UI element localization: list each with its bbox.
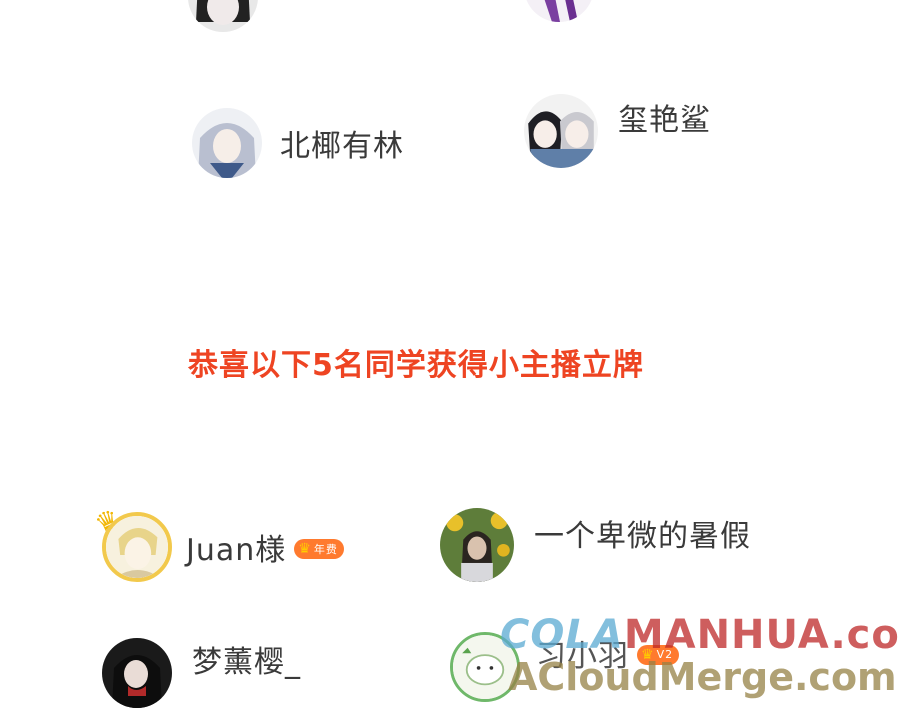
avatar-anime-silver-hair-icon xyxy=(192,108,262,178)
badge-label: V2 xyxy=(656,648,674,661)
announcement-text: 恭喜以下5名同学获得小主播立牌 xyxy=(188,348,644,383)
username: 习小羽 ♛ V2 xyxy=(536,631,680,675)
username-text: 习小羽 xyxy=(536,639,629,674)
avatar[interactable] xyxy=(188,0,258,32)
crown-icon: ♛ xyxy=(298,540,312,557)
avatar[interactable] xyxy=(192,108,262,178)
avatar-sunflower-girl-icon xyxy=(440,508,514,582)
partial-user-left[interactable] xyxy=(188,0,258,32)
username-text: Juan様 xyxy=(186,533,287,568)
user-item[interactable]: 北椰有林 xyxy=(192,108,404,178)
avatar-sheep-icon xyxy=(453,635,517,699)
avatar-dark-girl-icon xyxy=(102,638,172,708)
avatar[interactable] xyxy=(524,0,594,22)
avatar[interactable] xyxy=(440,508,514,582)
badge-label: 年费 xyxy=(313,542,338,556)
avatar[interactable] xyxy=(102,512,172,582)
avatar[interactable] xyxy=(524,94,598,168)
winner-item[interactable]: 梦薰樱_ xyxy=(102,638,301,708)
username: 一个卑微的暑假 xyxy=(534,519,751,554)
winner-item[interactable]: 一个卑微的暑假 xyxy=(440,508,751,582)
username: 北椰有林 xyxy=(280,129,404,164)
avatar-blonde-man-icon xyxy=(106,516,168,578)
avatar[interactable] xyxy=(450,632,520,702)
username: 玺艳鲨 xyxy=(618,103,711,138)
user-item[interactable]: 玺艳鲨 xyxy=(524,94,711,168)
username: Juan様 ♛ 年费 xyxy=(186,525,344,569)
winner-item[interactable]: Juan様 ♛ 年费 xyxy=(102,512,344,582)
username: 梦薰樱_ xyxy=(192,645,301,680)
crown-icon: ♛ xyxy=(641,646,655,663)
winner-item[interactable]: 习小羽 ♛ V2 xyxy=(450,631,680,702)
annual-vip-badge: ♛ 年费 xyxy=(294,538,344,559)
avatar-anime-two-boys-icon xyxy=(524,94,598,168)
avatar[interactable] xyxy=(102,638,172,708)
vip-level-badge: ♛ V2 xyxy=(637,644,680,665)
avatar-anime-dark-hair-icon xyxy=(188,0,258,32)
avatar-anime-purple-icon xyxy=(524,0,594,22)
partial-user-right[interactable] xyxy=(524,0,594,22)
